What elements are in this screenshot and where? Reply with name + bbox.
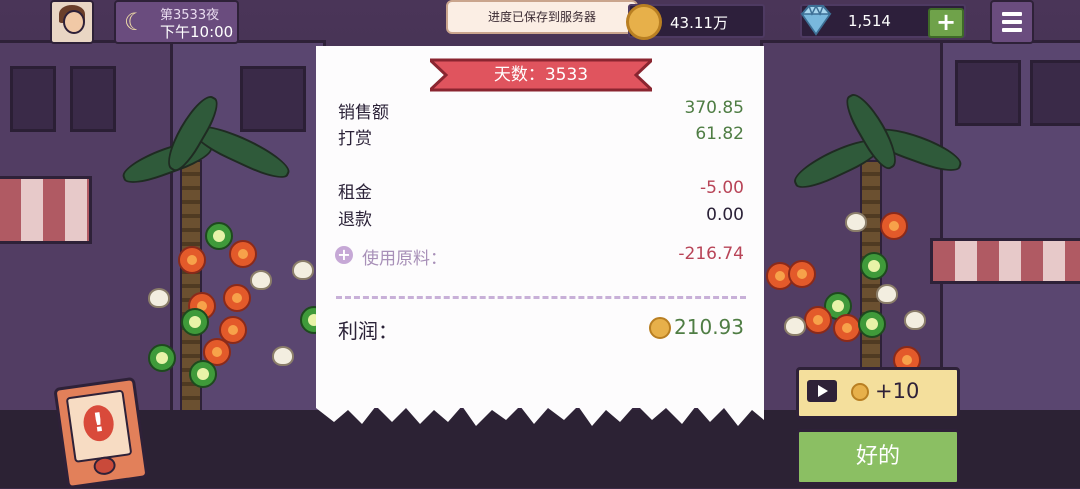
profit-label: 利润： <box>338 319 398 343</box>
receipt-divider <box>336 296 746 299</box>
coin-icon <box>649 317 671 339</box>
watch-ad-bonus-button[interactable]: +10 <box>796 367 960 419</box>
awning-left <box>0 176 92 244</box>
garlic-clove-icon <box>845 212 867 232</box>
tomato-slice-icon <box>788 260 816 288</box>
tips-label: 打赏 <box>338 129 372 149</box>
video-play-icon <box>807 380 837 402</box>
clock-time: 下午10:00 <box>160 23 234 41</box>
awning-right <box>930 238 1080 284</box>
alert-notification-button[interactable]: ! <box>53 376 149 489</box>
hamburger-icon <box>1002 12 1022 16</box>
pepper-slice-icon <box>860 252 888 280</box>
building-window <box>955 60 1021 126</box>
sales-label: 销售额 <box>338 103 389 123</box>
day-time-panel: ☾ 第3533夜 下午10:00 <box>114 0 239 44</box>
receipt-torn-edge <box>316 400 764 426</box>
pepper-slice-icon <box>205 222 233 250</box>
tomato-slice-icon <box>880 212 908 240</box>
building-window <box>10 66 56 132</box>
garlic-clove-icon <box>876 284 898 304</box>
pepper-slice-icon <box>181 308 209 336</box>
garlic-clove-icon <box>292 260 314 280</box>
moon-icon: ☾ <box>124 8 146 36</box>
gem-amount: 1,514 <box>848 12 891 30</box>
garlic-clove-icon <box>904 310 926 330</box>
garlic-clove-icon <box>250 270 272 290</box>
tomato-slice-icon <box>178 246 206 274</box>
garlic-clove-icon <box>784 316 806 336</box>
refund-value: 0.00 <box>706 205 744 225</box>
garlic-clove-icon <box>148 288 170 308</box>
exclamation-icon: ! <box>81 403 116 444</box>
pepper-slice-icon <box>148 344 176 372</box>
player-avatar[interactable] <box>50 0 94 44</box>
profit-value: 210.93 <box>674 315 744 339</box>
menu-button[interactable] <box>990 0 1034 44</box>
add-gems-button[interactable]: + <box>928 8 964 38</box>
coin-icon <box>626 4 662 40</box>
tomato-slice-icon <box>229 240 257 268</box>
day-banner-text: 天数：3533 <box>493 65 589 85</box>
tomato-slice-icon <box>223 284 251 312</box>
save-toast: 进度已保存到服务器 <box>446 0 638 34</box>
ingredients-value: -216.74 <box>678 244 744 264</box>
tomato-slice-icon <box>833 314 861 342</box>
building-window <box>1030 60 1080 126</box>
rent-value: -5.00 <box>700 178 744 198</box>
building-window <box>240 66 306 132</box>
coin-amount: 43.11万 <box>670 14 728 32</box>
ad-reward-amount: +10 <box>875 379 920 403</box>
refund-label: 退款 <box>338 210 372 230</box>
coin-counter: 43.11万 <box>626 4 765 40</box>
tomato-slice-icon <box>804 306 832 334</box>
pepper-slice-icon <box>189 360 217 388</box>
sales-value: 370.85 <box>684 98 744 118</box>
tips-value: 61.82 <box>695 124 744 144</box>
pepper-slice-icon <box>858 310 886 338</box>
gem-counter: 1,514 + <box>800 4 966 38</box>
garlic-clove-icon <box>272 346 294 366</box>
ingredients-label: 使用原料： <box>362 249 447 269</box>
expand-ingredients-button[interactable]: + <box>335 246 353 264</box>
diamond-icon <box>800 4 832 36</box>
rent-label: 租金 <box>338 183 372 203</box>
coin-icon <box>851 383 869 401</box>
building-window <box>70 66 116 132</box>
ok-button[interactable]: 好的 <box>796 429 960 485</box>
